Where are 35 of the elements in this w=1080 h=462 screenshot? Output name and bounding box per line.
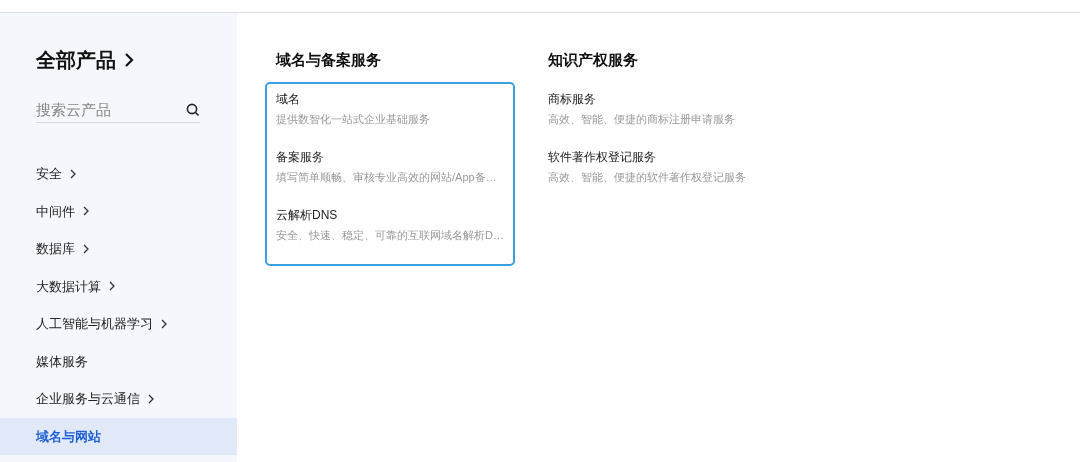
chevron-right-icon: [124, 52, 134, 68]
product-name: 商标服务: [548, 91, 597, 108]
product-link[interactable]: 商标服务 高效、智能、便捷的商标注册申请服务: [548, 89, 785, 147]
product-description: 安全、快速、稳定、可靠的互联网域名解析D…: [276, 228, 505, 243]
product-description: 填写简单顺畅、审核专业高效的网站/App备…: [276, 170, 498, 185]
search-icon: [186, 103, 200, 117]
product-name: 软件著作权登记服务: [548, 149, 657, 166]
group-heading: 知识产权服务: [547, 50, 639, 70]
sidebar-item[interactable]: 媒体服务: [0, 342, 237, 380]
sidebar-item[interactable]: 大数据计算: [0, 267, 237, 305]
chevron-right-icon: [109, 281, 115, 292]
chevron-right-icon: [70, 168, 76, 179]
product-description: 高效、智能、便捷的商标注册申请服务: [548, 112, 736, 127]
sidebar-title[interactable]: 全部产品: [36, 45, 116, 75]
sidebar-item[interactable]: 人工智能与机器学习: [0, 305, 237, 343]
product-link[interactable]: 域名 提供数智化一站式企业基础服务: [276, 89, 513, 147]
chevron-right-icon: [161, 318, 167, 329]
chevron-right-icon: [148, 393, 154, 404]
sidebar-item[interactable]: 中间件: [0, 192, 237, 230]
group-heading: 域名与备案服务: [274, 50, 382, 70]
chevron-right-icon: [83, 206, 89, 217]
product-name: 备案服务: [276, 149, 325, 166]
sidebar-item[interactable]: 域名与网站: [0, 417, 237, 455]
product-name: 域名: [276, 91, 301, 108]
product-link[interactable]: 备案服务 填写简单顺畅、审核专业高效的网站/App备…: [276, 147, 513, 205]
product-link[interactable]: 云解析DNS 安全、快速、稳定、可靠的互联网域名解析D…: [276, 205, 513, 263]
product-link[interactable]: 软件著作权登记服务 高效、智能、便捷的软件著作权登记服务: [548, 147, 785, 205]
product-description: 提供数智化一站式企业基础服务: [276, 112, 431, 127]
chevron-right-icon: [83, 243, 89, 254]
sidebar-item[interactable]: 安全: [0, 155, 237, 193]
sidebar-item[interactable]: 数据库: [0, 230, 237, 268]
product-name: 云解析DNS: [276, 207, 339, 224]
product-description: 高效、智能、便捷的软件著作权登记服务: [548, 170, 747, 185]
search-field[interactable]: 搜索云产品: [36, 97, 200, 123]
sidebar-item[interactable]: 企业服务与云通信: [0, 380, 237, 418]
